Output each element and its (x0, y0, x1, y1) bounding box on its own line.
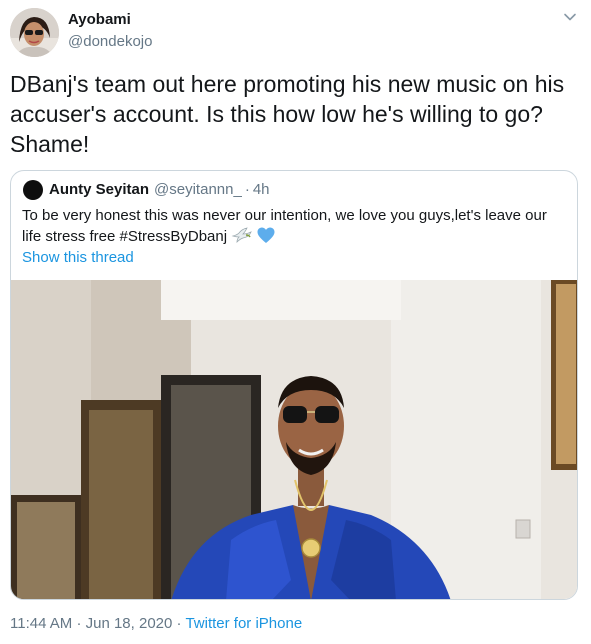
quoted-separator: · (244, 181, 250, 198)
quoted-name: Aunty Seyitan (49, 181, 150, 198)
quoted-header: Aunty Seyitan @seyitannn_ · 4h (23, 180, 270, 200)
author-info[interactable]: Ayobami @dondekojo (68, 10, 152, 52)
dove-icon (231, 227, 253, 243)
blue-heart-icon (257, 227, 275, 243)
author-avatar[interactable] (10, 8, 59, 57)
author-name[interactable]: Ayobami (68, 10, 152, 30)
quoted-text-block: To be very honest this was never our int… (22, 205, 567, 247)
show-thread-link[interactable]: Show this thread (22, 248, 134, 268)
tweet-text: DBanj's team out here promoting his new … (10, 71, 565, 157)
author-handle[interactable]: @dondekojo (68, 32, 152, 52)
quoted-time: 4h (252, 181, 270, 198)
quoted-handle: @seyitannn_ (154, 181, 242, 198)
tweet-meta: 11:44 AM · Jun 18, 2020 · Twitter for iP… (10, 614, 302, 634)
tweet-source-link[interactable]: Twitter for iPhone (185, 615, 302, 632)
quoted-tweet[interactable]: Aunty Seyitan @seyitannn_ · 4h To be ver… (10, 170, 578, 600)
chevron-down-icon[interactable] (563, 10, 577, 24)
quoted-text: To be very honest this was never our int… (22, 207, 547, 245)
tweet: Ayobami @dondekojo DBanj's team out here… (0, 0, 591, 644)
quoted-photo[interactable] (11, 280, 578, 600)
quoted-avatar (23, 180, 43, 200)
meta-separator: · (76, 615, 82, 632)
tweet-date[interactable]: Jun 18, 2020 (86, 615, 173, 632)
tweet-time[interactable]: 11:44 AM (10, 615, 72, 632)
meta-separator-2: · (176, 615, 182, 632)
